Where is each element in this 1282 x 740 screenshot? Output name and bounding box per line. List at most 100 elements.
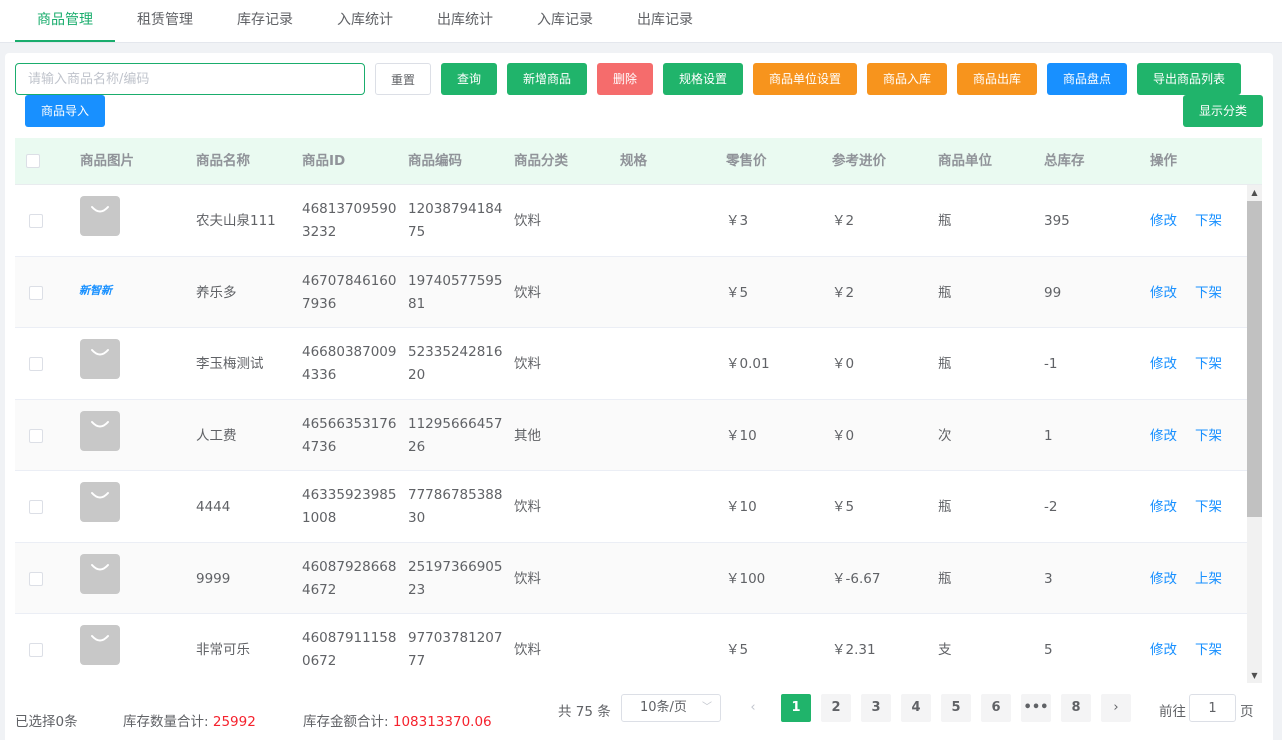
show-category-button[interactable]: 显示分类 [1183, 95, 1263, 127]
tab-rental-management[interactable]: 租赁管理 [115, 0, 215, 42]
page-size-select[interactable]: 10条/页 ﹀ [621, 694, 721, 722]
product-id-line1: 46566353176 [302, 415, 397, 432]
row-checkbox[interactable] [29, 643, 43, 657]
product-name: 9999 [196, 570, 231, 587]
retail-price: ￥0.01 [726, 356, 770, 372]
page-5[interactable]: 5 [941, 694, 971, 722]
row-checkbox[interactable] [29, 357, 43, 371]
product-id-line1: 46335923985 [302, 487, 397, 503]
product-code-line1: 25197366905 [408, 558, 503, 575]
product-id-line2: 0672 [302, 653, 337, 669]
delete-button[interactable]: 删除 [597, 63, 653, 95]
header-image: 商品图片 [80, 153, 134, 169]
stock-qty-value: 25992 [212, 714, 256, 730]
product-name: 人工费 [196, 427, 237, 444]
shelf-toggle-link[interactable]: 下架 [1195, 352, 1222, 376]
shopping-bag-icon [91, 206, 109, 213]
edit-link[interactable]: 修改 [1150, 209, 1177, 233]
tab-inbound-stats[interactable]: 入库统计 [315, 0, 415, 42]
total-stock: 1 [1044, 427, 1053, 444]
prev-page-chevron-icon[interactable]: ‹ [738, 694, 768, 722]
product-category: 其他 [514, 427, 541, 444]
shelf-toggle-link[interactable]: 下架 [1195, 281, 1222, 305]
tab-outbound-records[interactable]: 出库记录 [615, 0, 715, 42]
add-product-button[interactable]: 新增商品 [507, 63, 587, 95]
row-checkbox[interactable] [29, 571, 43, 586]
table-row: 农夫山泉111 46813709590 3232 12038794184 75 饮料 ￥3 ￥… [15, 185, 1247, 257]
shelf-toggle-link[interactable]: 下架 [1195, 638, 1222, 662]
retail-price: ￥5 [726, 642, 749, 658]
import-products-button[interactable]: 商品导入 [25, 95, 105, 127]
page-6[interactable]: 6 [981, 694, 1011, 722]
header-code: 商品编码 [408, 153, 462, 169]
goto-page-input[interactable] [1189, 694, 1236, 722]
row-checkbox[interactable] [29, 214, 43, 228]
stock-qty-label: 库存数量合计: [123, 714, 209, 730]
product-code-line1: 19740577595 [408, 272, 503, 289]
edit-link[interactable]: 修改 [1150, 281, 1177, 305]
scroll-up-arrow-icon[interactable]: ▲ [1247, 185, 1262, 200]
reset-button[interactable]: 重置 [375, 63, 431, 95]
table-row: 9999 46087928668 4672 25197366905 23 饮料 ￥100 ￥-… [15, 542, 1247, 614]
edit-link[interactable]: 修改 [1150, 424, 1177, 448]
unit-settings-button[interactable]: 商品单位设置 [753, 63, 857, 95]
product-id-line1: 46707846160 [302, 272, 397, 289]
edit-link[interactable]: 修改 [1150, 495, 1177, 519]
product-id-line2: 4336 [302, 367, 337, 383]
export-list-button[interactable]: 导出商品列表 [1137, 63, 1241, 95]
cost-price: ￥2 [832, 213, 855, 229]
product-code-line2: 30 [408, 510, 426, 526]
product-code-line2: 26 [408, 438, 426, 455]
spec-settings-button[interactable]: 规格设置 [663, 63, 743, 95]
product-name: 4444 [196, 499, 231, 515]
page-1[interactable]: 1 [781, 694, 811, 722]
stock-amount-label: 库存金额合计: [303, 714, 389, 730]
edit-link[interactable]: 修改 [1150, 567, 1177, 591]
stock-amount-value: 108313370.06 [392, 714, 492, 730]
product-category: 饮料 [514, 642, 541, 658]
row-checkbox[interactable] [29, 285, 43, 300]
product-id-line1: 46087928668 [302, 558, 397, 575]
header-actions: 操作 [1150, 153, 1177, 169]
shelf-toggle-link[interactable]: 下架 [1195, 424, 1222, 448]
product-code-line1: 12038794184 [408, 201, 503, 217]
shelf-toggle-link[interactable]: 下架 [1195, 495, 1222, 519]
product-code-line1: 97703781207 [408, 630, 503, 646]
edit-link[interactable]: 修改 [1150, 352, 1177, 376]
page-suffix: 页 [1240, 704, 1254, 720]
total-stock: 3 [1044, 570, 1053, 587]
product-id-line1: 46813709590 [302, 201, 397, 217]
stock-in-button[interactable]: 商品入库 [867, 63, 947, 95]
next-page-chevron-icon[interactable]: › [1101, 694, 1131, 722]
cost-price: ￥2 [832, 284, 855, 301]
inventory-check-button[interactable]: 商品盘点 [1047, 63, 1127, 95]
retail-price: ￥100 [726, 570, 766, 587]
scroll-down-arrow-icon[interactable]: ▼ [1247, 668, 1262, 683]
shelf-toggle-link[interactable]: 下架 [1195, 209, 1222, 233]
product-unit: 瓶 [938, 570, 952, 587]
page-4[interactable]: 4 [901, 694, 931, 722]
edit-link[interactable]: 修改 [1150, 638, 1177, 662]
shopping-bag-icon [91, 349, 109, 356]
retail-price: ￥10 [726, 427, 757, 444]
tab-product-management[interactable]: 商品管理 [15, 0, 115, 42]
select-all-checkbox[interactable] [26, 154, 40, 168]
page-3[interactable]: 3 [861, 694, 891, 722]
header-spec: 规格 [620, 153, 647, 169]
page-2[interactable]: 2 [821, 694, 851, 722]
product-placeholder-image [80, 553, 120, 594]
tab-outbound-stats[interactable]: 出库统计 [415, 0, 515, 42]
page-ellipsis[interactable]: ••• [1021, 694, 1051, 722]
query-button[interactable]: 查询 [441, 63, 497, 95]
scrollbar-thumb[interactable] [1247, 201, 1262, 517]
search-input[interactable] [15, 63, 365, 95]
product-placeholder-image [80, 410, 120, 451]
tab-inbound-records[interactable]: 入库记录 [515, 0, 615, 42]
page-8[interactable]: 8 [1061, 694, 1091, 722]
cost-price: ￥-6.67 [832, 570, 881, 587]
stock-out-button[interactable]: 商品出库 [957, 63, 1037, 95]
row-checkbox[interactable] [29, 500, 43, 514]
row-checkbox[interactable] [29, 428, 43, 443]
tab-inventory-records[interactable]: 库存记录 [215, 0, 315, 42]
shelf-toggle-link[interactable]: 上架 [1195, 567, 1222, 591]
